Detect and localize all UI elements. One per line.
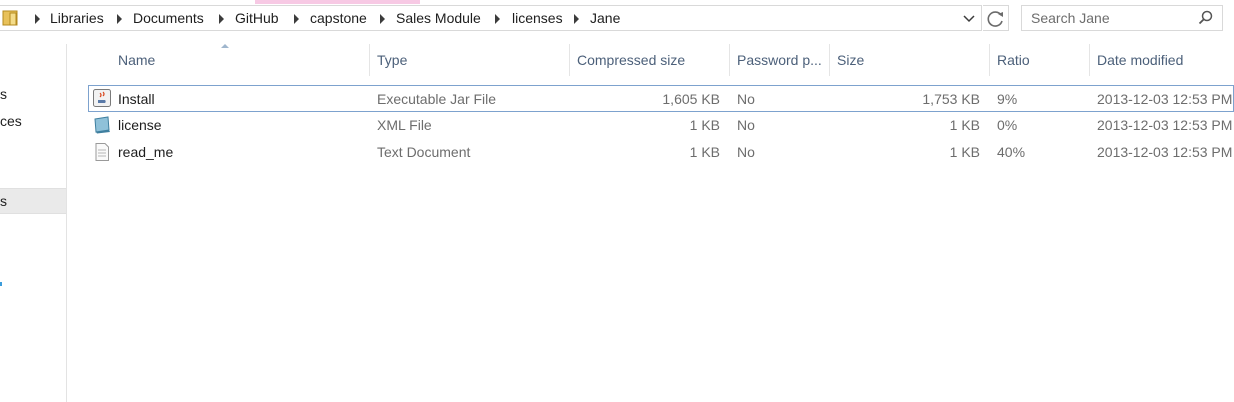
chevron-right-icon[interactable] bbox=[380, 14, 385, 24]
nav-item[interactable]: s bbox=[0, 86, 7, 102]
file-password: No bbox=[737, 91, 755, 107]
search-icon[interactable] bbox=[1198, 10, 1214, 26]
file-date-modified: 2013-12-03 12:53 PM bbox=[1097, 117, 1233, 133]
column-header-compressed-size[interactable]: Compressed size bbox=[569, 44, 729, 76]
file-type: XML File bbox=[377, 117, 432, 133]
file-compressed-size: 1 KB bbox=[689, 117, 720, 133]
nav-item[interactable]: ces bbox=[0, 113, 22, 129]
column-header-type[interactable]: Type bbox=[369, 44, 569, 76]
file-row[interactable]: license XML File 1 KB No 1 KB 0% 2013-12… bbox=[88, 112, 1234, 138]
column-header-date-modified[interactable]: Date modified bbox=[1089, 44, 1234, 76]
column-header-row: Name Type Compressed size Password p... … bbox=[88, 44, 1234, 76]
chevron-right-icon[interactable] bbox=[294, 14, 299, 24]
column-header-password[interactable]: Password p... bbox=[729, 44, 829, 76]
library-folder-icon bbox=[2, 10, 18, 26]
nav-indicator bbox=[0, 282, 2, 286]
file-type: Executable Jar File bbox=[377, 91, 497, 107]
column-header-size[interactable]: Size bbox=[829, 44, 989, 76]
address-bar[interactable]: Libraries Documents GitHub capstone Sale… bbox=[0, 5, 982, 31]
file-size: 1 KB bbox=[949, 117, 980, 133]
chevron-right-icon[interactable] bbox=[117, 14, 122, 24]
breadcrumb-capstone[interactable]: capstone bbox=[310, 10, 367, 26]
breadcrumb-libraries[interactable]: Libraries bbox=[50, 10, 104, 26]
breadcrumb-licenses[interactable]: licenses bbox=[512, 10, 563, 26]
breadcrumb-github[interactable]: GitHub bbox=[235, 10, 279, 26]
refresh-icon bbox=[987, 11, 1003, 27]
xml-file-icon bbox=[94, 116, 110, 134]
file-size: 1,753 KB bbox=[922, 91, 980, 107]
column-header-name[interactable]: Name bbox=[110, 44, 368, 76]
navigation-pane[interactable]: s ces s bbox=[0, 44, 67, 402]
chevron-right-icon[interactable] bbox=[35, 14, 40, 24]
chevron-right-icon[interactable] bbox=[219, 14, 224, 24]
column-header-ratio[interactable]: Ratio bbox=[989, 44, 1089, 76]
breadcrumb-jane[interactable]: Jane bbox=[590, 10, 620, 26]
file-password: No bbox=[737, 144, 755, 160]
file-row[interactable]: Install Executable Jar File 1,605 KB No … bbox=[88, 85, 1234, 112]
file-password: No bbox=[737, 117, 755, 133]
file-name[interactable]: license bbox=[118, 112, 162, 138]
text-document-icon bbox=[95, 143, 109, 161]
file-ratio: 40% bbox=[997, 144, 1026, 160]
file-date-modified: 2013-12-03 12:53 PM bbox=[1097, 91, 1233, 107]
file-name[interactable]: Install bbox=[118, 86, 155, 112]
java-jar-icon bbox=[93, 89, 111, 107]
file-name[interactable]: read_me bbox=[118, 139, 173, 165]
file-type: Text Document bbox=[377, 144, 471, 160]
search-box[interactable] bbox=[1021, 5, 1223, 31]
file-ratio: 0% bbox=[997, 117, 1018, 133]
file-compressed-size: 1,605 KB bbox=[662, 91, 720, 107]
tab-highlight bbox=[255, 0, 420, 4]
chevron-right-icon[interactable] bbox=[495, 14, 500, 24]
file-size: 1 KB bbox=[949, 144, 980, 160]
file-compressed-size: 1 KB bbox=[689, 144, 720, 160]
chevron-right-icon[interactable] bbox=[574, 14, 579, 24]
title-strip bbox=[0, 0, 1234, 4]
file-date-modified: 2013-12-03 12:53 PM bbox=[1097, 144, 1233, 160]
breadcrumb-sales-module[interactable]: Sales Module bbox=[396, 10, 481, 26]
file-row[interactable]: read_me Text Document 1 KB No 1 KB 40% 2… bbox=[88, 139, 1234, 165]
file-ratio: 9% bbox=[997, 91, 1018, 107]
nav-item-label: s bbox=[0, 193, 7, 209]
breadcrumb-documents[interactable]: Documents bbox=[133, 10, 204, 26]
nav-item-selected[interactable]: s bbox=[0, 188, 66, 214]
chevron-down-icon[interactable] bbox=[960, 11, 978, 27]
refresh-button[interactable] bbox=[983, 5, 1009, 31]
search-input[interactable] bbox=[1022, 6, 1201, 30]
